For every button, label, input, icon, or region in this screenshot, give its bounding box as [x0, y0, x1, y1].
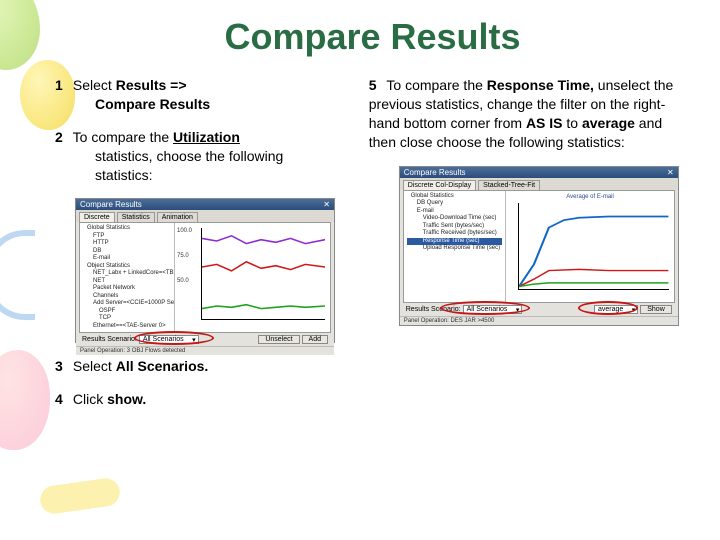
shot2-tree: Global Statistics DB Query E-mail Video-…	[404, 191, 507, 302]
tree-node: E-mail	[407, 208, 503, 216]
shot1-ylab-0: 100.0	[177, 228, 192, 234]
tree-node: NET	[83, 278, 171, 286]
step-2-number: 2	[55, 128, 69, 147]
step-4-text-pre: Click	[73, 391, 107, 407]
tree-node: Video-Download Time (sec)	[407, 215, 503, 223]
step-5-bold-1: Response Time,	[487, 77, 594, 93]
shot1-tab-1: Statistics	[117, 212, 155, 222]
shot1-ylab-2: 50.0	[177, 278, 189, 284]
step-2: 2 To compare the Utilization statistics,…	[55, 128, 341, 185]
step-1-text-pre: Select	[73, 77, 116, 93]
step-3-text-pre: Select	[73, 358, 116, 374]
tree-node: Global Statistics	[407, 193, 503, 201]
step-4: 4 Click show.	[55, 390, 341, 409]
tree-node: Traffic Received (bytes/sec)	[407, 230, 503, 238]
tree-node: Add Server=<CCIE=1000P Series>	[83, 300, 171, 308]
shot2-status: Panel Operation: DES JAR >4500	[400, 316, 678, 325]
step-2-text-post: statistics, choose the following statist…	[55, 147, 341, 185]
shot2-tab-1: Stacked-Tree-Fit	[478, 180, 540, 190]
step-2-underline: Utilization	[173, 129, 240, 145]
step-5: 5 To compare the Response Time, unselect…	[369, 76, 687, 152]
step-5-mid-2: to	[563, 115, 582, 131]
screenshot-2: Compare Results ✕ Discrete Col-Display S…	[399, 166, 679, 326]
close-icon: ✕	[323, 200, 330, 209]
close-icon: ✕	[667, 168, 674, 177]
step-1-number: 1	[55, 76, 69, 95]
shot2-show-btn: Show	[640, 305, 672, 314]
tree-node: Channels	[83, 293, 171, 301]
tree-node: Ethernet==<TAE-Server 0>	[83, 323, 171, 331]
tree-node-selected: Response Time (sec)	[407, 238, 503, 246]
shot1-unselect-btn: Unselect	[258, 335, 299, 344]
step-5-pre: To compare the	[386, 77, 486, 93]
step-3-number: 3	[55, 357, 69, 376]
shot2-window-title: Compare Results	[404, 168, 466, 177]
tree-node: OSPF	[83, 308, 171, 316]
tree-node: Object Statistics	[83, 263, 171, 271]
tree-node: TCP	[83, 315, 171, 323]
shot1-tree: Global Statistics FTP HTTP DB E-mail Obj…	[80, 223, 175, 332]
tree-node: NET_Labx + LinkedCore=<TB>=<0>	[83, 270, 171, 278]
shot1-window-title: Compare Results	[80, 200, 142, 209]
shot2-plot: Average of E-mail	[506, 191, 673, 302]
shot2-tab-0: Discrete Col-Display	[403, 180, 476, 190]
tree-node: Traffic Sent (bytes/sec)	[407, 223, 503, 231]
tree-node: E-mail	[83, 255, 171, 263]
step-4-bold: show.	[107, 391, 146, 407]
shot2-highlight-oval-2	[578, 301, 638, 315]
shot1-ylab-1: 75.0	[177, 253, 189, 259]
step-2-text-pre: To compare the	[73, 129, 173, 145]
tree-node: FTP	[83, 233, 171, 241]
shot2-chart-title: Average of E-mail	[509, 194, 670, 200]
tree-node: DB	[83, 248, 171, 256]
tree-node: DB Query	[407, 200, 503, 208]
tree-node: Upload Response Time (sec)	[407, 245, 503, 253]
step-5-bold-3: average	[582, 115, 635, 131]
shot1-tab-0: Discrete	[79, 212, 115, 222]
step-1-bold-2: Compare Results	[95, 96, 210, 112]
step-1-bold-1: Results =>	[116, 77, 187, 93]
tree-node: HTTP	[83, 240, 171, 248]
page-title: Compare Results	[55, 16, 690, 58]
tree-node: Packet Network	[83, 285, 171, 293]
step-3: 3 Select All Scenarios.	[55, 357, 341, 376]
step-4-number: 4	[55, 390, 69, 409]
shot2-highlight-oval-1	[440, 301, 530, 315]
shot2-chart-svg	[519, 203, 668, 289]
screenshot-1: Compare Results ✕ Discrete Statistics An…	[75, 198, 335, 343]
shot1-status: Panel Operation: 3 OBJ Flows detected	[76, 346, 334, 355]
step-1: 1 Select Results => Compare Results	[55, 76, 341, 114]
shot1-chart-svg	[202, 228, 325, 319]
step-3-bold: All Scenarios.	[116, 358, 209, 374]
pill-yellow-decor	[38, 477, 121, 516]
shot1-add-btn: Add	[302, 335, 328, 344]
step-5-number: 5	[369, 76, 383, 95]
shot1-tab-2: Animation	[157, 212, 198, 222]
shot1-dropdown-label: Results Scenario:	[82, 336, 137, 343]
tree-node: Global Statistics	[83, 225, 171, 233]
shot1-plot: 100.0 75.0 50.0	[175, 223, 330, 332]
step-5-bold-2: AS IS	[526, 115, 563, 131]
